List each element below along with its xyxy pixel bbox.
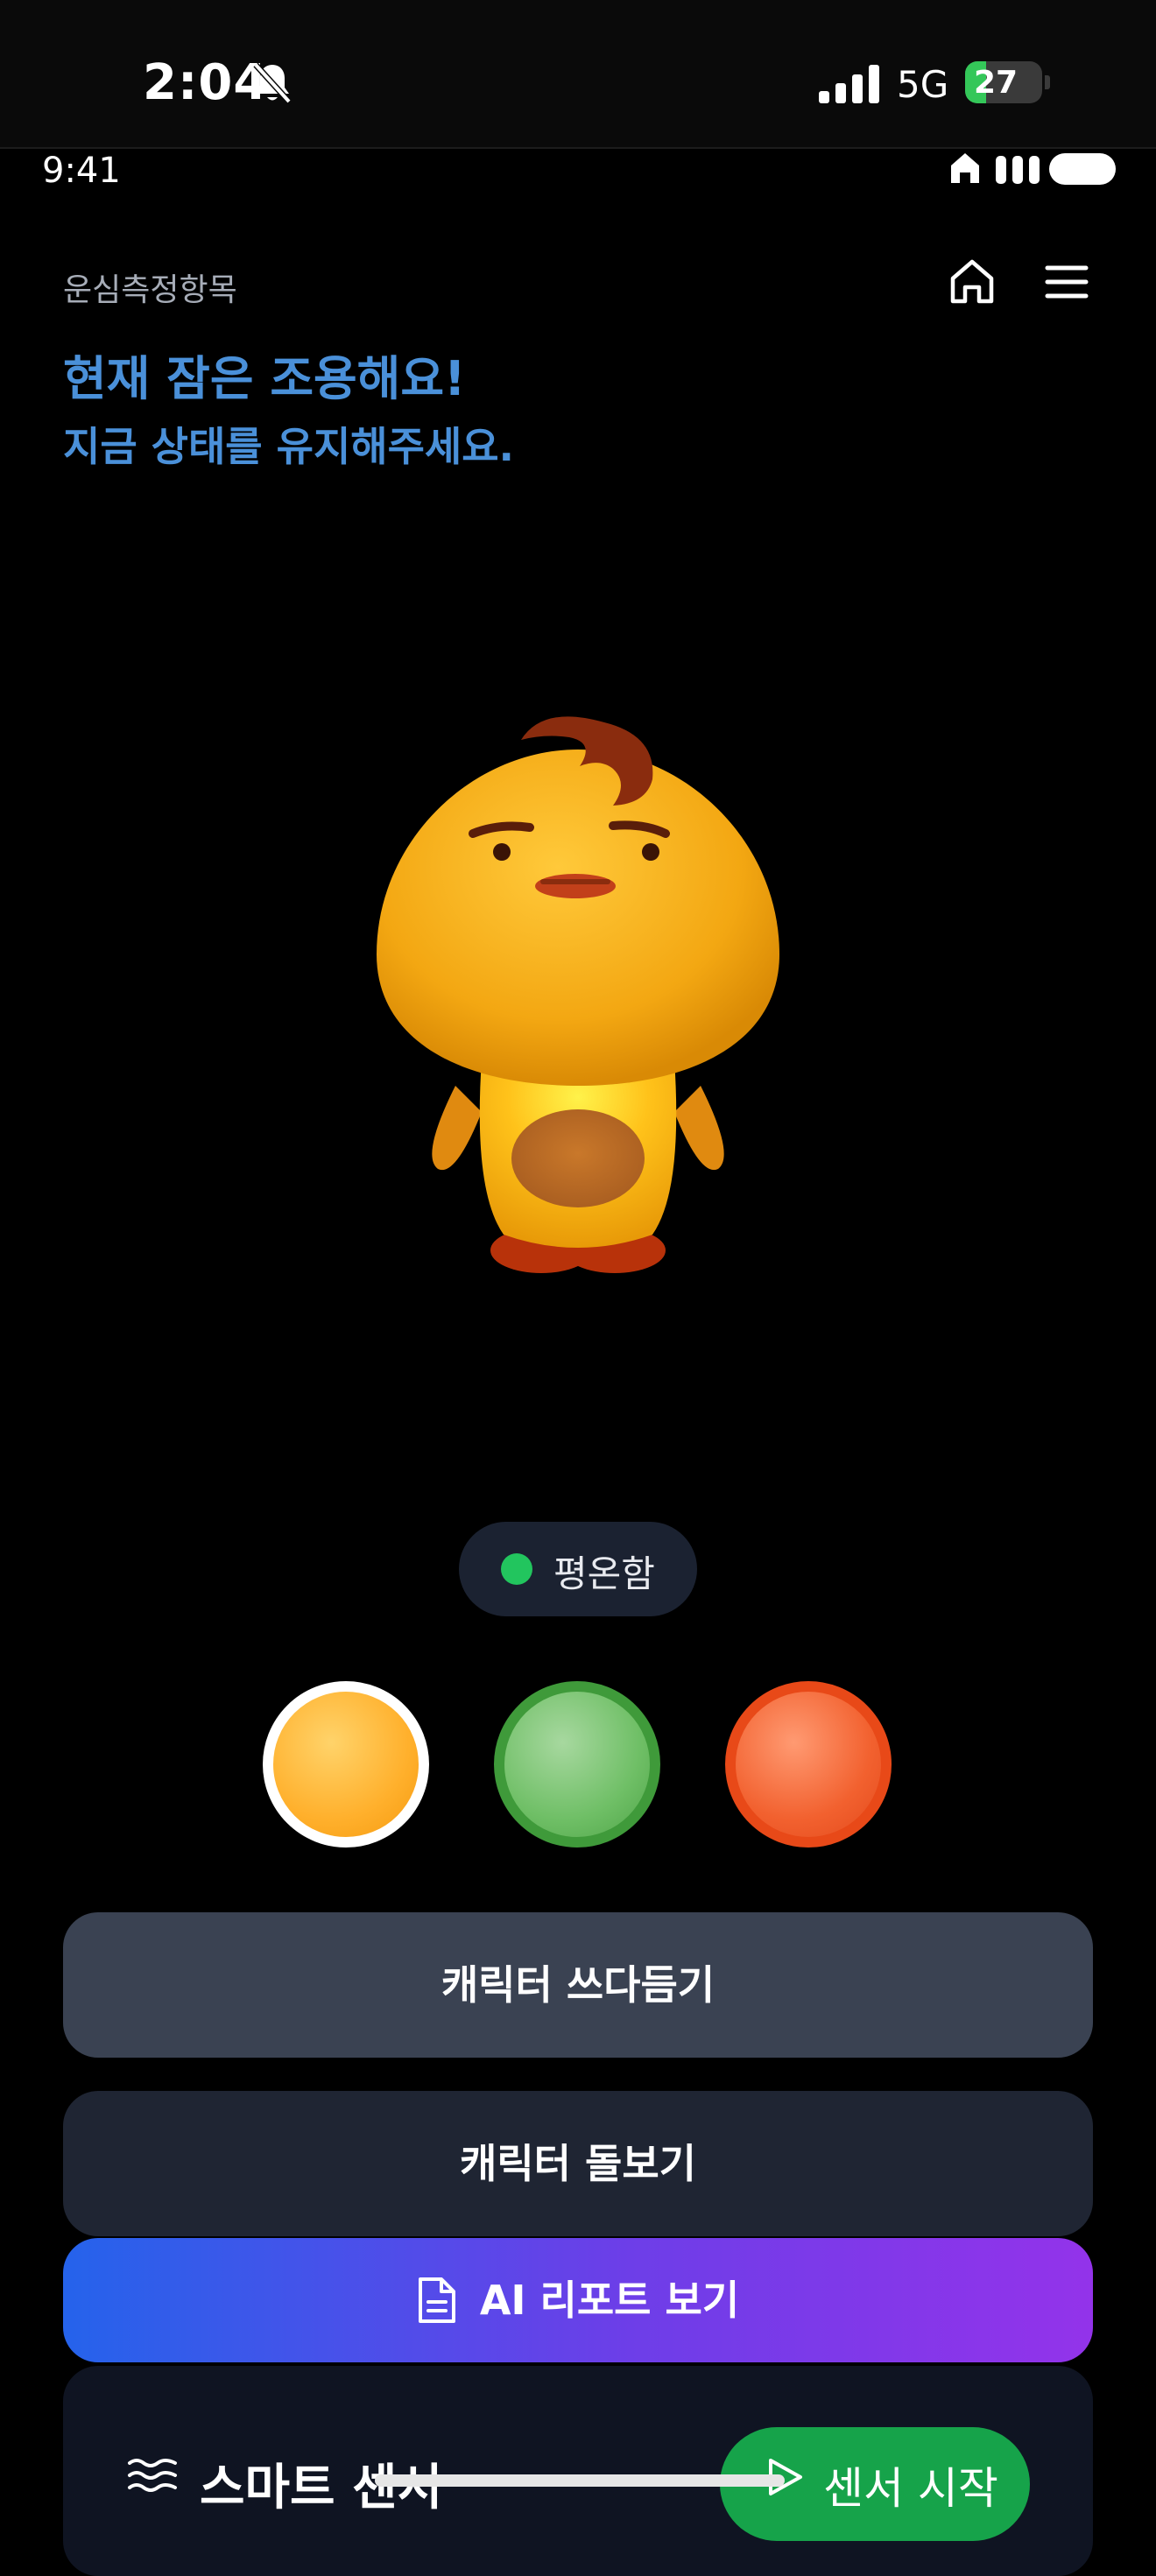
signal-bars-icon — [996, 156, 1040, 184]
signal-icon — [819, 65, 879, 103]
battery-cap — [1045, 75, 1050, 89]
document-icon — [418, 2277, 455, 2323]
battery-icon: 27 — [965, 61, 1042, 103]
mood-status-badge: 평온함 — [459, 1522, 697, 1616]
status-dot — [501, 1553, 532, 1585]
character-illustration[interactable] — [350, 700, 806, 1296]
system-time: 2:04 — [143, 54, 269, 111]
inner-status-time: 9:41 — [42, 151, 121, 191]
home-icon — [951, 153, 979, 183]
care-character-button[interactable]: 캐릭터 돌보기 — [63, 2091, 1093, 2236]
home-indicator[interactable] — [375, 2474, 785, 2487]
color-option-red[interactable] — [725, 1681, 892, 1848]
menu-icon[interactable] — [1044, 261, 1089, 303]
network-type: 5G — [897, 63, 949, 106]
battery-percent: 27 — [974, 65, 1019, 101]
home-button-icon[interactable] — [948, 257, 997, 306]
start-sensor-label: 센서 시작 — [823, 2463, 998, 2514]
battery-pill-icon — [1049, 153, 1116, 185]
wave-icon — [128, 2459, 177, 2492]
status-label: 평온함 — [553, 1552, 655, 1595]
subline: 지금 상태를 유지해주세요. — [63, 423, 515, 470]
ai-report-button[interactable]: AI 리포트 보기 — [63, 2238, 1093, 2362]
color-option-green[interactable] — [494, 1681, 660, 1848]
headline: 현재 잠은 조용해요! — [63, 351, 466, 406]
stretch-character-button[interactable]: 캐릭터 쓰다듬기 — [63, 1912, 1093, 2058]
ai-report-label: AI 리포트 보기 — [479, 2277, 740, 2324]
color-option-yellow[interactable] — [263, 1681, 429, 1848]
bell-slash-icon — [253, 62, 292, 104]
section-label: 운심측정항목 — [63, 272, 237, 308]
